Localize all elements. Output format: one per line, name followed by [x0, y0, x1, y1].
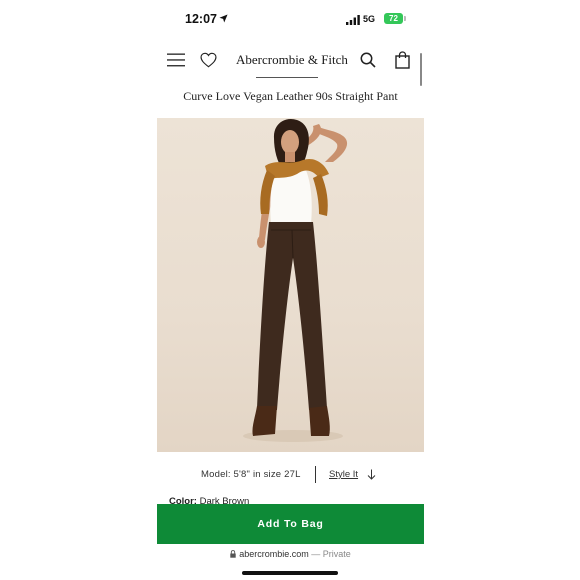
url-domain: abercrombie.com [239, 549, 309, 559]
brand-logo[interactable]: Abercrombie & Fitch [236, 52, 348, 68]
location-arrow-icon [219, 14, 228, 23]
browser-url-bar[interactable]: abercrombie.com — Private [157, 549, 424, 559]
network-type: 5G [363, 14, 376, 24]
add-to-bag-button[interactable]: Add To Bag [157, 504, 424, 544]
private-label: — Private [311, 549, 351, 559]
status-time: 12:07 [185, 12, 217, 26]
phone-screen: 12:07 5G 72 Abercrombie & Fitch Curve Lo… [157, 0, 424, 580]
product-title: Curve Love Vegan Leather 90s Straight Pa… [183, 89, 398, 103]
wishlist-heart-icon[interactable] [200, 52, 217, 68]
style-it-link[interactable]: Style It [329, 469, 358, 480]
scroll-indicator[interactable] [420, 53, 422, 86]
brand-underline [256, 77, 318, 78]
home-indicator[interactable] [242, 571, 338, 575]
model-info-row: Model: 5'8" in size 27L Style It [157, 466, 424, 484]
battery-tip [404, 16, 406, 21]
hamburger-menu-icon[interactable] [167, 53, 185, 67]
search-icon[interactable] [360, 52, 376, 68]
product-image[interactable] [157, 118, 424, 452]
signal-bars-icon [346, 15, 360, 25]
model-illustration [243, 118, 348, 442]
battery-icon: 72 [384, 13, 403, 24]
arrow-down-icon[interactable] [367, 469, 376, 480]
shopping-bag-icon[interactable] [395, 51, 410, 69]
site-header: Abercrombie & Fitch [157, 40, 424, 82]
divider [315, 466, 316, 483]
model-size-info: Model: 5'8" in size 27L [201, 469, 301, 480]
status-bar: 12:07 5G 72 [157, 0, 424, 40]
lock-icon [230, 550, 236, 558]
battery-level: 72 [389, 14, 398, 23]
